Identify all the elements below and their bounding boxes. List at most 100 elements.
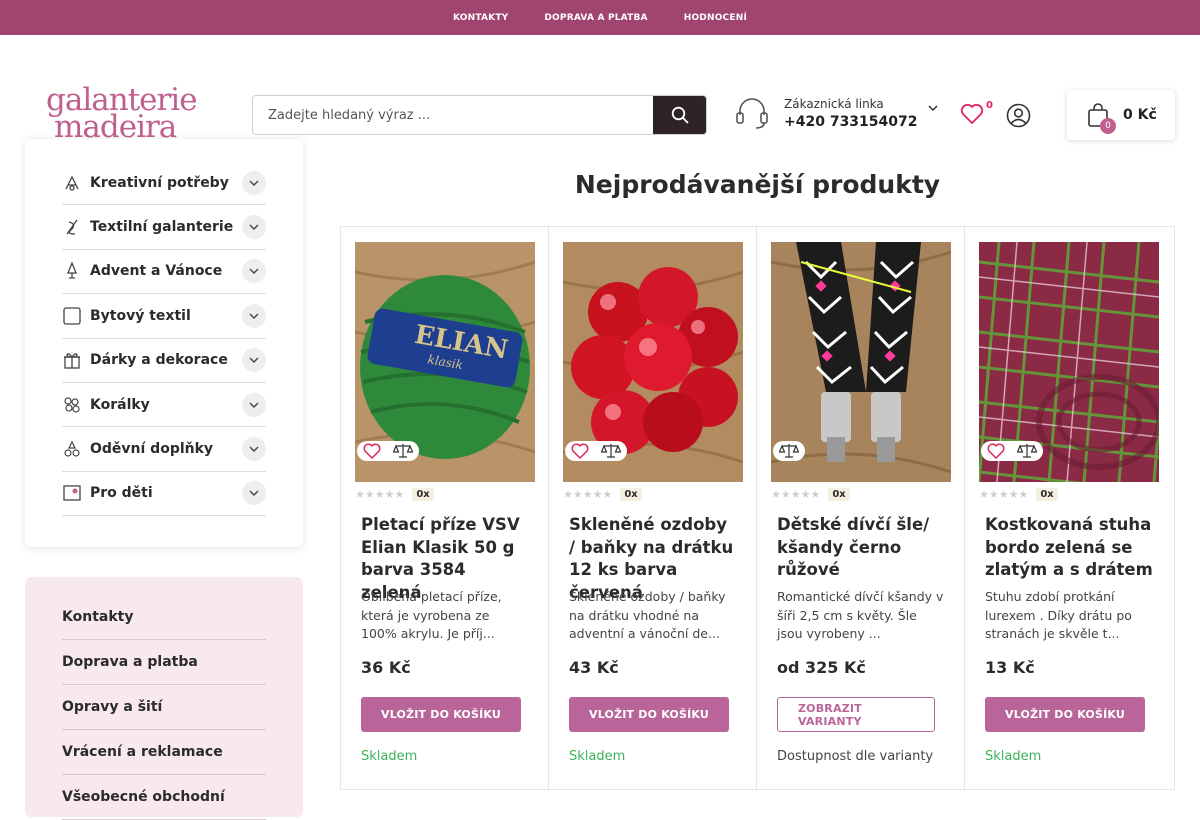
craft-icon (62, 173, 82, 193)
support-phone[interactable]: +420 733154072 (784, 114, 918, 130)
add-to-cart-button[interactable]: VLOŽIT DO KOŠÍKU (985, 697, 1146, 732)
rating-count: 0x (412, 487, 434, 501)
category-sidebar: Kreativní potřeby Textilní galanterie Ad… (25, 139, 303, 547)
cart-button[interactable]: 0 0 Kč (1067, 90, 1175, 140)
rating: ★★★★★ 0x (563, 487, 742, 501)
product-card: ★★★★★ 0x Dětské dívčí šle/ kšandy černo … (757, 227, 965, 789)
heart-icon[interactable] (363, 443, 381, 459)
product-price: 13 Kč (985, 658, 1035, 677)
product-actions (565, 441, 627, 461)
chevron-down-icon[interactable] (242, 259, 266, 284)
product-price: 43 Kč (569, 658, 619, 677)
category-label: Kreativní potřeby (90, 174, 229, 191)
info-links-panel: Kontakty Doprava a platba Opravy a šití … (25, 577, 303, 820)
stock-status: Skladem (569, 749, 626, 764)
product-title[interactable]: Dětské dívčí šle/ kšandy černo růžové (771, 514, 950, 582)
add-to-cart-button[interactable]: VLOŽIT DO KOŠÍKU (569, 697, 730, 732)
customer-support[interactable]: Zákaznická linka +420 733154072 (734, 95, 938, 131)
rating: ★★★★★ 0x (979, 487, 1159, 501)
topbar-link-shipping[interactable]: DOPRAVA A PLATBA (544, 13, 647, 23)
star-rating-icon: ★★★★★ (563, 487, 613, 501)
info-link-terms[interactable]: Všeobecné obchodní (62, 775, 266, 820)
category-label: Pro děti (90, 485, 153, 502)
chevron-down-icon[interactable] (242, 170, 266, 195)
category-beads[interactable]: Korálky (62, 383, 266, 428)
search-input[interactable] (253, 96, 653, 134)
star-rating-icon: ★★★★★ (355, 487, 405, 501)
product-title[interactable]: Kostkovaná stuha bordo zelená se zlatým … (979, 514, 1159, 582)
info-link-shipping[interactable]: Doprava a platba (62, 640, 266, 685)
category-gifts[interactable]: Dárky a dekorace (62, 339, 266, 383)
product-actions (773, 441, 805, 461)
heart-icon[interactable] (987, 443, 1005, 459)
category-accessories[interactable]: Oděvní doplňky (62, 427, 266, 472)
product-actions (981, 441, 1043, 461)
category-label: Bytový textil (90, 307, 191, 324)
section-title: Nejprodávanější produkty (574, 170, 941, 199)
category-label: Advent a Vánoce (90, 263, 223, 280)
category-creative[interactable]: Kreativní potřeby (62, 161, 266, 206)
product-actions (357, 441, 419, 461)
topbar-link-contacts[interactable]: KONTAKTY (453, 13, 508, 23)
category-label: Korálky (90, 396, 150, 413)
compare-scales-icon[interactable] (1017, 443, 1037, 459)
product-image[interactable] (979, 242, 1159, 482)
logo-line-2: madeira (54, 109, 177, 145)
product-title[interactable]: Pletací příze VSV Elian Klasik 50 g barv… (355, 514, 534, 602)
category-home-textile[interactable]: Bytový textil (62, 294, 266, 339)
category-label: Oděvní doplňky (90, 441, 214, 458)
category-advent[interactable]: Advent a Vánoce (62, 250, 266, 295)
search-icon (671, 106, 688, 124)
kids-icon (62, 483, 82, 503)
category-label: Dárky a dekorace (90, 352, 228, 369)
show-variants-button[interactable]: ZOBRAZIT VARIANTY (777, 697, 935, 732)
search-button[interactable] (653, 96, 706, 134)
chevron-down-icon[interactable] (242, 348, 266, 373)
topbar-link-reviews[interactable]: HODNOCENÍ (684, 13, 747, 23)
product-card: ★★★★★ 0x Kostkovaná stuha bordo zelená s… (965, 227, 1173, 789)
thread-icon (62, 217, 82, 237)
product-price: 36 Kč (361, 658, 411, 677)
product-price: od 325 Kč (777, 658, 866, 677)
info-link-returns[interactable]: Vrácení a reklamace (62, 730, 266, 775)
cart-count: 0 (1100, 118, 1116, 134)
product-title[interactable]: Skleněné ozdoby / baňky na drátku 12 ks … (563, 514, 742, 602)
product-description: Romantické dívčí kšandy v šíři 2,5 cm s … (777, 589, 944, 641)
chevron-down-icon[interactable] (242, 481, 266, 506)
logo[interactable]: galanterie madeira (46, 85, 206, 145)
chevron-down-icon[interactable] (927, 104, 938, 112)
product-card: ELIAN klasik ★★★★★ 0x Pletací příze VSV … (341, 227, 549, 789)
category-label: Textilní galanterie (90, 219, 234, 236)
info-link-repairs[interactable]: Opravy a šití (62, 685, 266, 730)
compare-scales-icon[interactable] (393, 443, 413, 459)
info-link-contacts[interactable]: Kontakty (62, 595, 266, 640)
rating-count: 0x (828, 487, 850, 501)
rating: ★★★★★ 0x (355, 487, 534, 501)
category-kids[interactable]: Pro děti (62, 472, 266, 517)
stock-status: Skladem (985, 749, 1042, 764)
add-to-cart-button[interactable]: VLOŽIT DO KOŠÍKU (361, 697, 522, 732)
stock-status: Dostupnost dle varianty (777, 749, 934, 764)
chevron-down-icon[interactable] (242, 303, 266, 328)
product-description: Stuhu zdobí protkání lurexem . Díky drát… (985, 589, 1132, 641)
chevron-down-icon[interactable] (242, 392, 266, 417)
category-textile[interactable]: Textilní galanterie (62, 205, 266, 250)
heart-icon[interactable] (571, 443, 589, 459)
wishlist-heart-icon[interactable] (960, 103, 984, 125)
compare-scales-icon[interactable] (779, 443, 799, 459)
chevron-down-icon[interactable] (242, 215, 266, 240)
chevron-down-icon[interactable] (242, 437, 266, 462)
compare-scales-icon[interactable] (601, 443, 621, 459)
user-account-icon[interactable] (1006, 103, 1031, 128)
product-grid: ELIAN klasik ★★★★★ 0x Pletací příze VSV … (340, 226, 1175, 790)
search-bar (252, 95, 707, 135)
product-image[interactable]: ELIAN klasik (355, 242, 535, 482)
product-image[interactable] (563, 242, 743, 482)
star-rating-icon: ★★★★★ (979, 487, 1029, 501)
product-image[interactable] (771, 242, 951, 482)
star-rating-icon: ★★★★★ (771, 487, 821, 501)
headset-icon (736, 98, 768, 129)
stock-status: Skladem (361, 749, 418, 764)
rating-count: 0x (620, 487, 642, 501)
top-bar: KONTAKTY DOPRAVA A PLATBA HODNOCENÍ (0, 0, 1200, 35)
